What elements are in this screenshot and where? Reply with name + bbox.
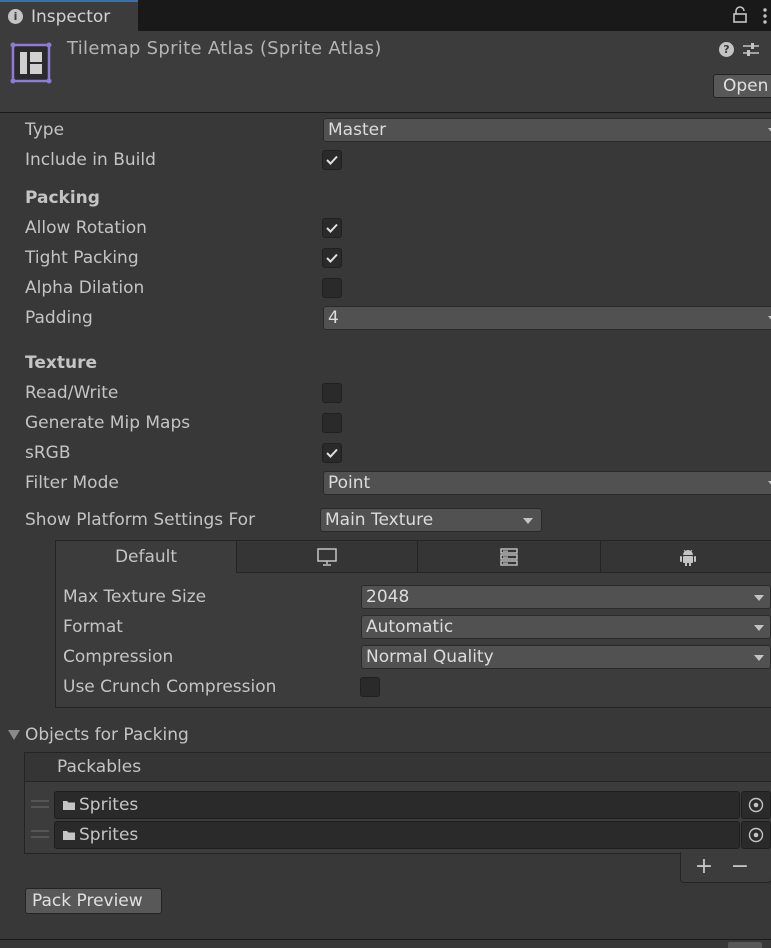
compression-label: Compression [63, 647, 174, 667]
padding-value: 4 [328, 308, 339, 328]
asset-title: Tilemap Sprite Atlas (Sprite Atlas) [67, 38, 382, 59]
presets-icon[interactable] [742, 41, 760, 59]
checkmark-icon [326, 253, 338, 263]
help-icon[interactable]: ? [719, 42, 734, 57]
foldout-arrow-icon[interactable] [7, 729, 21, 741]
tab-inspector[interactable]: i Inspector [0, 0, 138, 31]
format-label: Format [63, 617, 123, 637]
padding-dropdown[interactable]: 4 [323, 306, 771, 330]
max-texture-size-value: 2048 [366, 587, 410, 607]
kebab-menu-icon[interactable] [760, 6, 770, 26]
object-picker-button[interactable] [741, 821, 771, 849]
tab-server[interactable] [417, 540, 601, 573]
format-dropdown[interactable]: Automatic [361, 615, 771, 639]
compression-dropdown[interactable]: Normal Quality [361, 645, 771, 669]
tab-default[interactable]: Default [55, 540, 237, 573]
use-crunch-checkbox[interactable] [360, 677, 380, 697]
show-platform-dropdown[interactable]: Main Texture [320, 508, 542, 532]
allow-rotation-label: Allow Rotation [25, 218, 147, 238]
include-in-build-checkbox[interactable] [322, 150, 342, 170]
filter-mode-dropdown[interactable]: Point [323, 471, 771, 495]
list-item-label: Sprites [79, 795, 139, 815]
texture-heading: Texture [25, 353, 97, 373]
srgb-checkbox[interactable] [322, 443, 342, 463]
filter-mode-value: Point [328, 473, 371, 493]
tab-android[interactable] [600, 540, 771, 573]
filter-mode-label: Filter Mode [25, 473, 119, 493]
show-platform-label: Show Platform Settings For [25, 510, 256, 530]
tab-standalone[interactable] [236, 540, 418, 573]
format-value: Automatic [366, 617, 454, 637]
read-write-label: Read/Write [25, 383, 119, 403]
target-icon [748, 827, 764, 843]
alpha-dilation-label: Alpha Dilation [25, 278, 145, 298]
remove-item-button[interactable]: − [729, 853, 751, 881]
bottom-divider [0, 939, 771, 948]
list-item[interactable]: Sprites [54, 791, 740, 819]
checkmark-icon [326, 223, 338, 233]
list-item[interactable]: Sprites [54, 821, 740, 849]
checkmark-icon [326, 448, 338, 458]
objects-for-packing-heading[interactable]: Objects for Packing [25, 725, 189, 745]
sprite-atlas-icon [10, 42, 52, 84]
tight-packing-checkbox[interactable] [322, 248, 342, 268]
pack-preview-button[interactable]: Pack Preview [25, 888, 162, 914]
open-button[interactable]: Open [713, 74, 771, 98]
allow-rotation-checkbox[interactable] [322, 218, 342, 238]
type-label: Type [25, 120, 65, 140]
object-picker-button[interactable] [741, 791, 771, 819]
generate-mip-maps-label: Generate Mip Maps [25, 413, 191, 433]
monitor-icon [317, 547, 337, 566]
compression-value: Normal Quality [366, 647, 494, 667]
server-icon [500, 547, 518, 566]
read-write-checkbox[interactable] [322, 383, 342, 403]
alpha-dilation-checkbox[interactable] [322, 278, 342, 298]
show-platform-value: Main Texture [325, 510, 434, 530]
resize-handle[interactable] [728, 942, 762, 948]
chevron-down-icon [523, 518, 533, 524]
packables-header-label: Packables [57, 757, 142, 777]
drag-handle-icon[interactable] [31, 800, 49, 808]
chevron-down-icon [754, 655, 764, 661]
padding-label: Padding [25, 308, 93, 328]
android-icon [679, 549, 696, 566]
folder-icon [63, 801, 75, 810]
add-item-button[interactable]: + [693, 853, 715, 881]
folder-icon [63, 831, 75, 840]
include-in-build-label: Include in Build [25, 150, 156, 170]
type-dropdown[interactable]: Master [323, 118, 771, 142]
use-crunch-label: Use Crunch Compression [63, 677, 277, 697]
tab-default-label: Default [114, 547, 178, 567]
generate-mip-maps-checkbox[interactable] [322, 413, 342, 433]
packing-heading: Packing [25, 188, 100, 208]
srgb-label: sRGB [25, 443, 71, 463]
chevron-down-icon [754, 625, 764, 631]
drag-handle-icon[interactable] [31, 830, 49, 838]
type-value: Master [328, 120, 387, 140]
info-icon: i [8, 9, 23, 24]
chevron-down-icon [754, 595, 764, 601]
target-icon [748, 797, 764, 813]
list-item-label: Sprites [79, 825, 139, 845]
checkmark-icon [326, 155, 338, 165]
max-texture-size-dropdown[interactable]: 2048 [361, 585, 771, 609]
tab-inspector-label: Inspector [31, 6, 111, 27]
tight-packing-label: Tight Packing [25, 248, 139, 268]
lock-icon[interactable] [731, 6, 749, 24]
max-texture-size-label: Max Texture Size [63, 587, 207, 607]
